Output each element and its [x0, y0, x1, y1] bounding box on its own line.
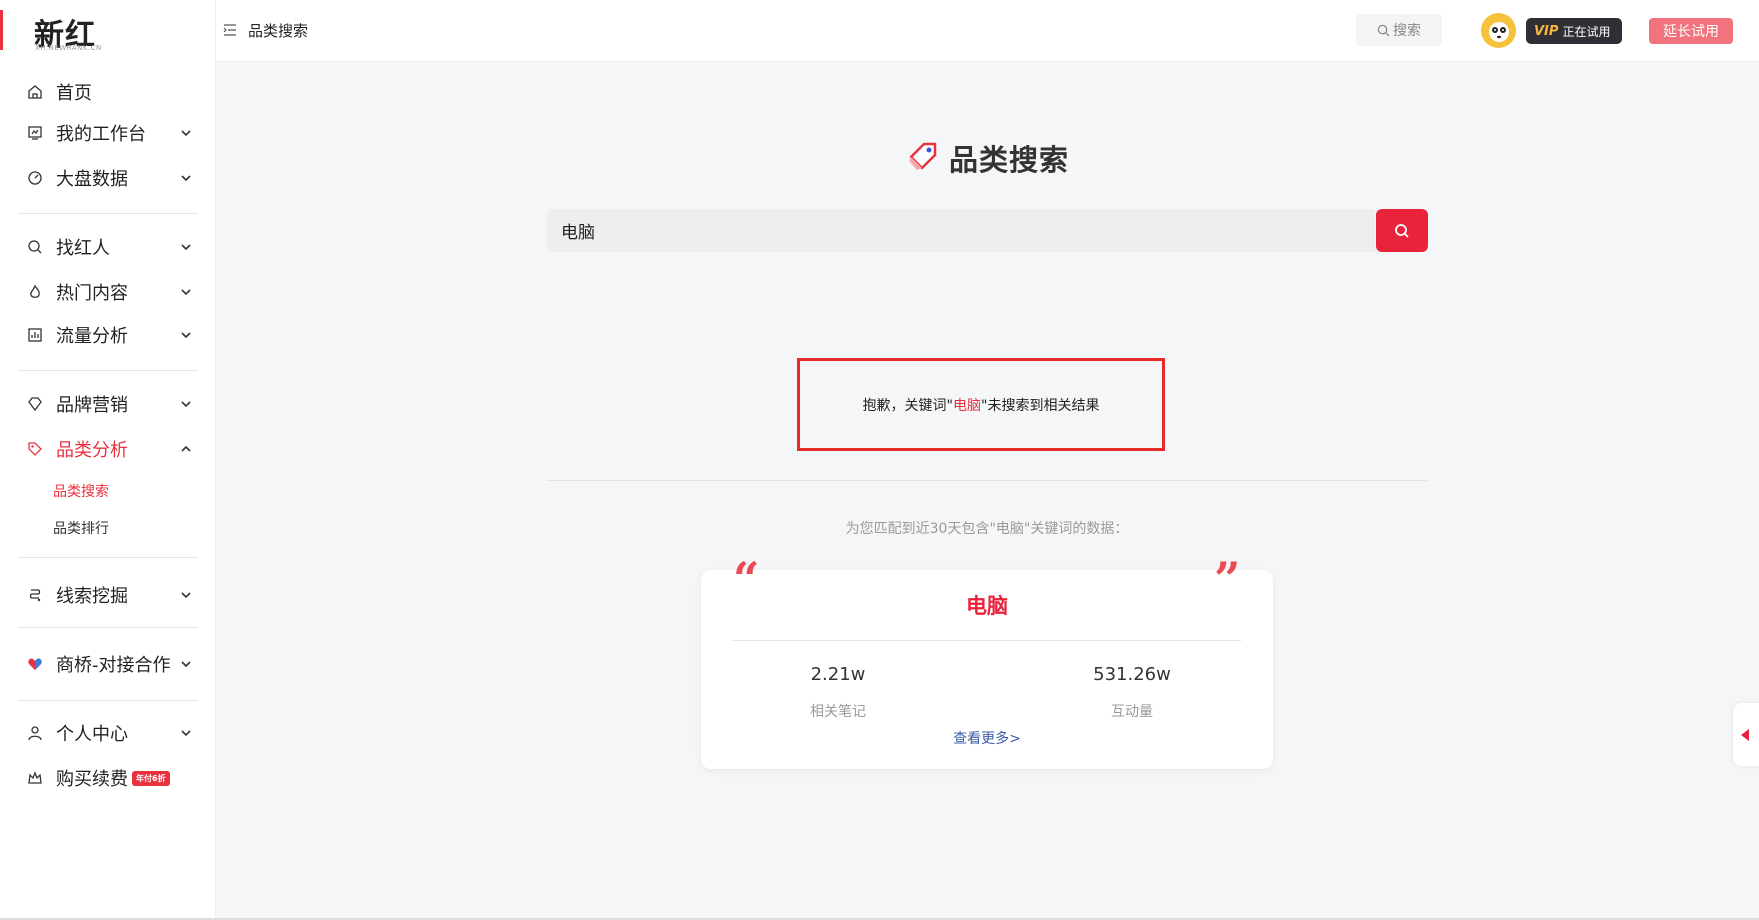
sidebar-item-workbench[interactable]: 我的工作台: [18, 116, 200, 150]
breadcrumb: 品类搜索: [248, 22, 309, 40]
sidebar-item-category-analysis[interactable]: 品类分析: [18, 432, 200, 466]
card-divider: [733, 640, 1241, 641]
sidebar-item-find-influencer[interactable]: 找红人: [18, 230, 200, 264]
triangle-left-icon: [1741, 728, 1749, 741]
sidebar-item-label: 热门内容: [56, 283, 128, 304]
sidebar-divider: [18, 557, 198, 558]
menu-collapse-icon[interactable]: [223, 22, 239, 38]
sidebar-divider: [18, 627, 198, 628]
sidebar: 新红 XH.NEWRANK.CN 首页 我的工作台 大盘数据 找红人 热门内容 …: [0, 0, 216, 920]
sidebar-item-label: 品类分析: [56, 440, 128, 461]
chevron-down-icon: [178, 327, 194, 343]
fire-icon: [26, 283, 44, 301]
chevron-down-icon: [178, 396, 194, 412]
sidebar-item-label: 商桥-对接合作: [56, 655, 171, 676]
category-search-input[interactable]: 电脑: [547, 209, 1375, 252]
sidebar-item-hot-content[interactable]: 热门内容: [18, 275, 200, 309]
open-quote-icon: “: [733, 552, 760, 606]
stat-label: 相关笔记: [810, 704, 866, 720]
chevron-down-icon: [178, 587, 194, 603]
sidebar-divider: [18, 370, 198, 371]
top-header: 品类搜索 搜索 VIP 正在试用 延长试用: [216, 0, 1759, 62]
card-keyword-title: 电脑: [966, 594, 1008, 618]
workbench-icon: [26, 124, 44, 142]
message-keyword: 电脑: [953, 397, 981, 414]
sidebar-item-label: 流量分析: [56, 326, 128, 347]
sidebar-item-label: 我的工作台: [56, 124, 146, 145]
vip-label: VIP: [1534, 23, 1559, 39]
avatar[interactable]: [1481, 13, 1516, 48]
page-title: 品类搜索: [907, 138, 1069, 178]
search-icon: [1377, 24, 1390, 37]
sidebar-item-leads[interactable]: 线索挖掘: [18, 578, 200, 612]
sidebar-item-label: 品牌营销: [56, 395, 128, 416]
sidebar-item-personal-center[interactable]: 个人中心: [18, 716, 200, 750]
message-suffix: "未搜索到相关结果: [981, 397, 1100, 414]
stat-value: 2.21w: [810, 664, 866, 685]
page-title-text: 品类搜索: [949, 143, 1070, 177]
stat-interactions: 531.26w 互动量: [1032, 664, 1232, 721]
crown-icon: [26, 769, 44, 787]
sidebar-item-business-bridge[interactable]: 商桥-对接合作: [18, 647, 200, 681]
sidebar-item-dashboard[interactable]: 大盘数据: [18, 161, 200, 195]
home-icon: [26, 83, 44, 101]
link-icon: [26, 586, 44, 604]
sidebar-divider: [18, 213, 198, 214]
diamond-icon: [26, 395, 44, 413]
top-search-label: 搜索: [1393, 23, 1421, 39]
vip-status-badge[interactable]: VIP 正在试用: [1526, 18, 1622, 44]
chevron-up-icon: [178, 441, 194, 457]
keyword-result-card: 电脑 2.21w 相关笔记 531.26w 互动量 查看更多>: [701, 570, 1273, 769]
sidebar-item-home[interactable]: 首页: [18, 75, 200, 109]
search-icon: [1395, 223, 1409, 238]
search-button[interactable]: [1376, 209, 1428, 252]
sidebar-item-label: 购买续费: [56, 769, 128, 790]
sidebar-item-traffic[interactable]: 流量分析: [18, 318, 200, 352]
chevron-down-icon: [178, 125, 194, 141]
sidebar-item-label: 首页: [56, 83, 92, 104]
vip-status-label: 正在试用: [1562, 24, 1611, 39]
side-panel-toggle[interactable]: [1733, 703, 1759, 766]
sidebar-item-label: 个人中心: [56, 724, 128, 745]
user-icon: [26, 724, 44, 742]
top-search-button[interactable]: 搜索: [1356, 14, 1442, 46]
content-divider: [547, 480, 1427, 481]
chevron-down-icon: [178, 725, 194, 741]
logo[interactable]: 新红 XH.NEWRANK.CN: [0, 8, 216, 54]
extend-trial-button[interactable]: 延长试用: [1649, 18, 1733, 44]
chevron-down-icon: [178, 656, 194, 672]
sidebar-divider: [18, 700, 198, 701]
stat-value: 531.26w: [1093, 664, 1171, 685]
tag-icon: [907, 139, 941, 177]
message-prefix: 抱歉，关键词": [862, 397, 953, 414]
chart-icon: [26, 326, 44, 344]
chevron-down-icon: [178, 170, 194, 186]
search-person-icon: [26, 238, 44, 256]
heart-icon: [26, 655, 44, 673]
sidebar-item-purchase[interactable]: 购买续费 年付6折: [18, 761, 200, 795]
stat-label: 互动量: [1111, 704, 1153, 720]
dashboard-icon: [26, 169, 44, 187]
sidebar-subitem-category-search[interactable]: 品类搜索: [53, 481, 109, 501]
view-more-link[interactable]: 查看更多>: [701, 728, 1273, 748]
tag-icon: [26, 440, 44, 458]
chevron-down-icon: [178, 239, 194, 255]
discount-badge: 年付6折: [132, 770, 170, 786]
match-hint: 为您匹配到近30天包含"电脑"关键词的数据：: [845, 521, 1129, 537]
sidebar-item-label: 找红人: [56, 238, 110, 259]
stat-related-notes: 2.21w 相关笔记: [738, 664, 938, 721]
sidebar-item-label: 大盘数据: [56, 169, 128, 190]
no-result-message: 抱歉，关键词" 电脑 "未搜索到相关结果: [797, 358, 1165, 451]
close-quote-icon: ”: [1214, 552, 1241, 606]
logo-subtitle: XH.NEWRANK.CN: [35, 44, 102, 52]
chevron-down-icon: [178, 284, 194, 300]
sidebar-subitem-category-ranking[interactable]: 品类排行: [53, 518, 109, 538]
logo-accent-bar: [0, 10, 3, 50]
sidebar-item-label: 线索挖掘: [56, 586, 128, 607]
sidebar-item-brand-marketing[interactable]: 品牌营销: [18, 387, 200, 421]
search-input-value: 电脑: [561, 223, 595, 243]
